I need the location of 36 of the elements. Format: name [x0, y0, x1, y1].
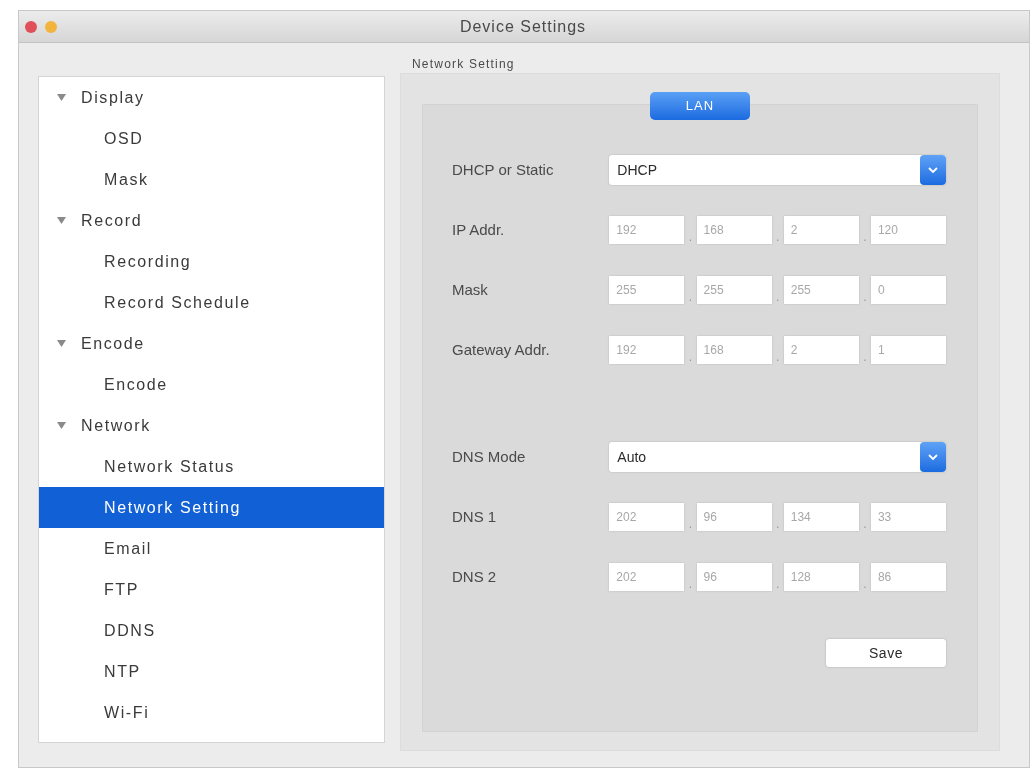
- field-label: IP Addr.: [452, 219, 506, 240]
- field-label: DHCP or Static: [452, 159, 555, 180]
- dot-separator: .: [863, 517, 867, 531]
- disclosure-triangle-icon[interactable]: [57, 339, 66, 348]
- dot-separator: .: [688, 350, 693, 364]
- field-label: DNS Mode: [452, 446, 527, 467]
- dropdown-select[interactable]: Auto: [609, 442, 946, 472]
- dot-separator: .: [863, 230, 867, 244]
- dot-separator: .: [688, 577, 693, 591]
- dot-separator: .: [775, 577, 780, 591]
- dot-separator: .: [863, 290, 867, 304]
- disclosure-triangle-icon[interactable]: [57, 216, 66, 225]
- field-label: DNS 1: [452, 506, 498, 527]
- dot-separator: .: [775, 517, 780, 531]
- dot-separator: .: [775, 350, 780, 364]
- dot-separator: .: [863, 350, 867, 364]
- disclosure-triangle-icon[interactable]: [57, 93, 66, 102]
- dot-separator: .: [775, 230, 780, 244]
- dot-separator: .: [688, 517, 693, 531]
- field-label: DNS 2: [452, 566, 498, 587]
- dropdown-select[interactable]: DHCP: [609, 155, 946, 185]
- chevron-icon: [920, 442, 946, 472]
- disclosure-triangle-icon[interactable]: [57, 421, 66, 430]
- window-title: Device Settings: [459, 16, 587, 37]
- dot-separator: .: [688, 230, 693, 244]
- section-title: Network Setting: [411, 56, 516, 73]
- tab[interactable]: LAN: [650, 92, 750, 120]
- field-label: Mask: [452, 279, 489, 300]
- field-label: Gateway Addr.: [452, 339, 551, 360]
- close-icon[interactable]: [25, 20, 37, 33]
- save-button[interactable]: Save: [826, 639, 946, 667]
- dot-separator: .: [775, 290, 780, 304]
- dot-separator: .: [688, 290, 693, 304]
- chevron-icon: [920, 155, 946, 185]
- sidebar-item[interactable]: Network Setting: [39, 487, 384, 528]
- dot-separator: .: [863, 577, 867, 591]
